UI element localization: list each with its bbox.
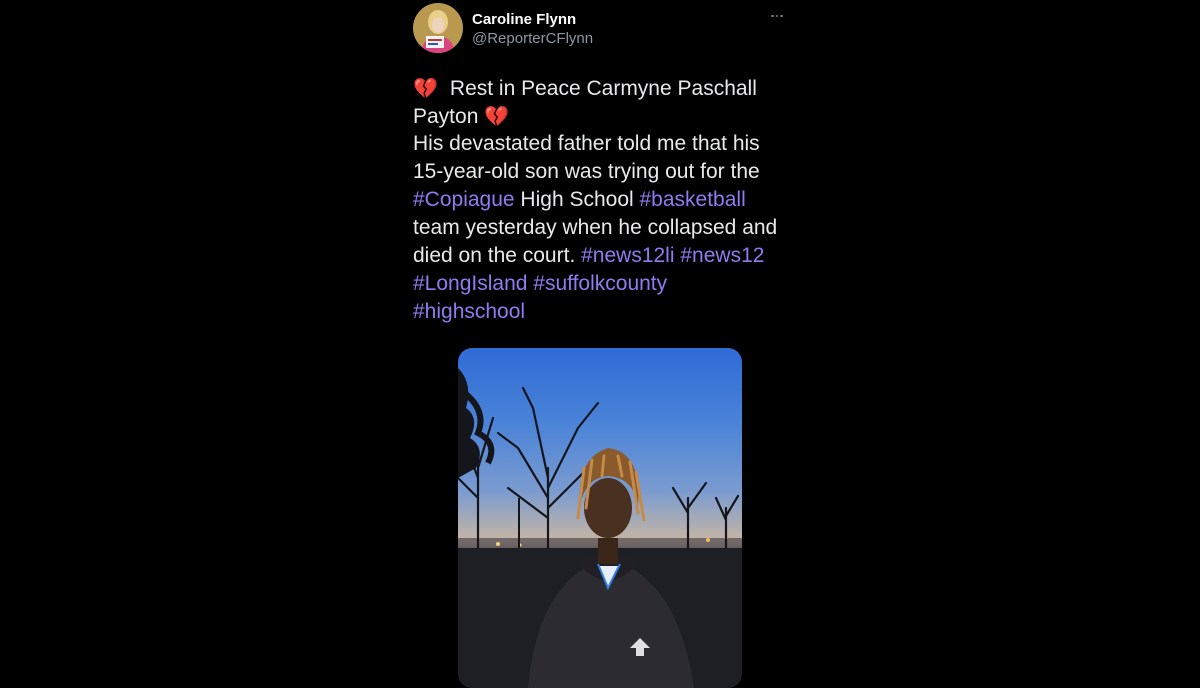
hashtag-link[interactable]: #basketball	[640, 188, 746, 211]
author-display-name[interactable]: Caroline Flynn	[472, 11, 576, 28]
hashtag-link[interactable]: #suffolkcounty	[533, 272, 667, 295]
avatar[interactable]	[413, 3, 463, 53]
hashtag-link[interactable]: #LongIsland	[413, 272, 527, 295]
tweet-text-segment: 15-year-old son was trying out for the	[413, 160, 760, 183]
hashtag-link[interactable]: #news12	[680, 244, 764, 267]
tweet-text-segment: His devastated father told me that his	[413, 132, 760, 155]
more-dot	[780, 14, 783, 18]
tweet: Caroline Flynn @ReporterCFlynn 💔 Rest in …	[413, 0, 793, 688]
more-dot	[775, 14, 779, 18]
tweet-photo[interactable]	[458, 348, 742, 688]
tweet-text: 💔 Rest in Peace Carmyne Paschall Payton 💔…	[413, 74, 793, 326]
broken-heart-icon: 💔	[484, 104, 510, 128]
tweet-line: 💔 Rest in Peace Carmyne Paschall	[413, 74, 793, 102]
author-handle[interactable]: @ReporterCFlynn	[472, 30, 593, 47]
broken-heart-icon: 💔	[413, 76, 438, 100]
hashtag-link[interactable]: #news12li	[581, 244, 674, 267]
tweet-line: 15-year-old son was trying out for the	[413, 158, 793, 186]
tweet-text-segment: team yesterday when he collapsed and	[413, 216, 778, 239]
tweet-text-segment: Payton	[413, 105, 479, 128]
tweet-line: team yesterday when he collapsed and	[413, 214, 793, 242]
more-options-icon[interactable]	[768, 11, 786, 21]
more-dot	[771, 14, 774, 18]
tweet-line: died on the court. #news12li #news12	[413, 242, 793, 270]
tweet-line: #Copiague High School #basketball	[413, 186, 793, 214]
tweet-line: #highschool	[413, 298, 793, 326]
tweet-line: #LongIsland #suffolkcounty	[413, 270, 793, 298]
tweet-text-segment: High School	[514, 188, 640, 211]
tweet-header: Caroline Flynn @ReporterCFlynn	[413, 3, 793, 55]
tweet-line: His devastated father told me that his	[413, 130, 793, 158]
hashtag-link[interactable]: #highschool	[413, 300, 525, 323]
tweet-line: Payton 💔	[413, 102, 793, 130]
hashtag-link[interactable]: #Copiague	[413, 188, 515, 211]
tweet-text-segment: Rest in Peace Carmyne Paschall	[449, 77, 757, 100]
tweet-text-segment: died on the court.	[413, 244, 582, 267]
